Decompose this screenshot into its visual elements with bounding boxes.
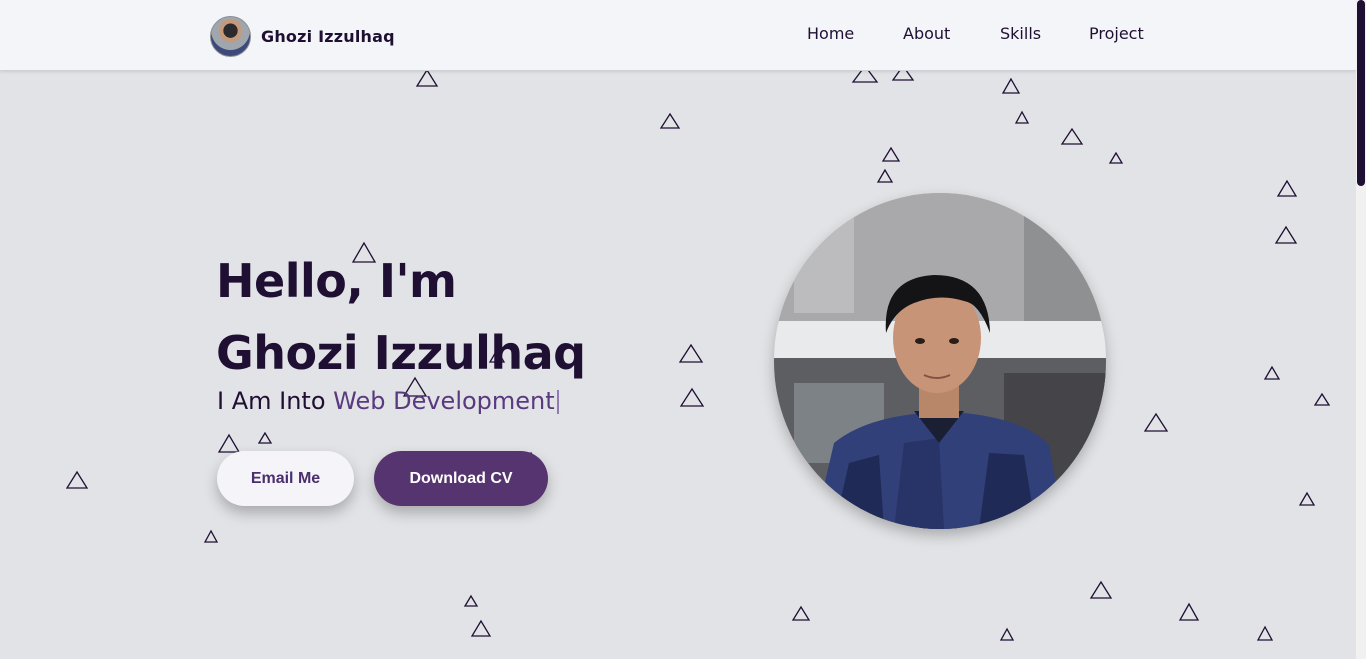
triangle-particle-icon [65, 470, 89, 489]
profile-photo [774, 193, 1106, 529]
triangle-particle-icon [791, 605, 811, 621]
scrollbar-thumb[interactable] [1357, 0, 1365, 186]
nav-about-link[interactable]: About [903, 24, 950, 43]
hero-subtitle: I Am Into Web Development [217, 387, 559, 415]
triangle-particle-icon [1263, 365, 1281, 380]
hero-title-line1: Hello, I'm [216, 254, 457, 308]
triangle-particle-icon [1014, 110, 1030, 124]
hero-title-line2: Ghozi Izzulhaq [216, 326, 586, 380]
triangle-particle-icon [1276, 179, 1298, 197]
page-scrollbar[interactable] [1356, 0, 1366, 659]
triangle-particle-icon [881, 146, 901, 162]
download-cv-button[interactable]: Download CV [374, 451, 548, 506]
triangle-particle-icon [1256, 625, 1274, 641]
triangle-particle-icon [1274, 225, 1298, 244]
triangle-particle-icon [1108, 151, 1124, 164]
triangle-particle-icon [257, 431, 273, 444]
triangle-particle-icon [1313, 392, 1331, 406]
nav-home-link[interactable]: Home [807, 24, 854, 43]
triangle-particle-icon [1060, 127, 1084, 145]
triangle-particle-icon [1089, 580, 1113, 599]
brand-link[interactable]: Ghozi Izzulhaq [210, 15, 395, 57]
nav-project-link[interactable]: Project [1089, 24, 1144, 43]
triangle-particle-icon [203, 529, 219, 543]
triangle-particle-icon [659, 112, 681, 129]
triangle-particle-icon [1298, 491, 1316, 506]
subtitle-prefix: I Am Into [217, 387, 334, 415]
brand-name: Ghozi Izzulhaq [261, 26, 395, 46]
triangle-particle-icon [999, 627, 1015, 641]
navbar: Ghozi Izzulhaq Home About Skills Project [0, 0, 1356, 71]
triangle-particle-icon [678, 343, 704, 363]
particle-background [65, 64, 1331, 641]
triangle-particle-icon [463, 594, 479, 607]
avatar [210, 15, 251, 57]
triangle-particle-icon [217, 433, 241, 453]
triangle-particle-icon [679, 387, 705, 407]
email-me-button[interactable]: Email Me [217, 451, 354, 506]
triangle-particle-icon [1178, 602, 1200, 621]
typing-caret [556, 390, 559, 414]
triangle-particle-icon [1001, 77, 1021, 94]
nav-skills-link[interactable]: Skills [1000, 24, 1041, 43]
triangle-particle-icon [415, 68, 439, 87]
hero-title: Hello, I'm Ghozi Izzulhaq [216, 245, 586, 389]
triangle-particle-icon [876, 168, 894, 183]
triangle-particle-icon [1143, 412, 1169, 432]
typed-role: Web Development [333, 387, 555, 415]
triangle-particle-icon [470, 619, 492, 637]
